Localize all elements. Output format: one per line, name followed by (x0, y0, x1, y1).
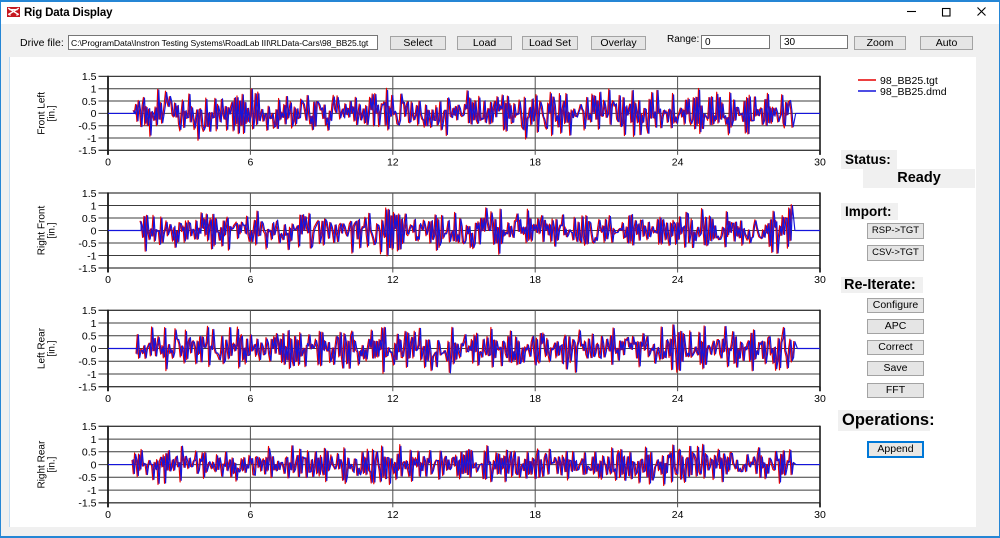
svg-text:0: 0 (91, 459, 97, 471)
svg-text:12: 12 (387, 274, 399, 286)
svg-text:18: 18 (529, 393, 541, 405)
svg-text:0.5: 0.5 (82, 213, 97, 225)
svg-text:0: 0 (91, 225, 97, 237)
svg-text:30: 30 (814, 509, 826, 521)
svg-text:-1: -1 (87, 369, 96, 381)
svg-text:0: 0 (91, 343, 97, 355)
svg-text:-1: -1 (87, 133, 96, 145)
svg-text:1.5: 1.5 (82, 188, 97, 200)
svg-text:0.5: 0.5 (82, 96, 97, 108)
svg-text:-1.5: -1.5 (78, 382, 96, 394)
svg-text:0: 0 (91, 108, 97, 120)
svg-text:24: 24 (672, 274, 684, 286)
svg-text:-0.5: -0.5 (78, 238, 96, 250)
svg-text:6: 6 (247, 393, 253, 405)
svg-text:-0.5: -0.5 (78, 121, 96, 133)
svg-text:1: 1 (91, 84, 97, 96)
svg-text:1.5: 1.5 (82, 305, 97, 317)
svg-text:24: 24 (672, 157, 684, 169)
svg-text:-0.5: -0.5 (78, 472, 96, 484)
svg-text:0.5: 0.5 (82, 447, 97, 459)
svg-text:-0.5: -0.5 (78, 356, 96, 368)
svg-text:6: 6 (247, 157, 253, 169)
svg-text:18: 18 (529, 157, 541, 169)
svg-text:12: 12 (387, 509, 399, 521)
svg-text:18: 18 (529, 274, 541, 286)
svg-text:-1.5: -1.5 (78, 263, 96, 275)
svg-text:30: 30 (814, 157, 826, 169)
svg-text:12: 12 (387, 157, 399, 169)
svg-text:Left Rear[in.]: Left Rear[in.] (37, 327, 58, 369)
svg-text:1.5: 1.5 (82, 421, 97, 433)
svg-text:6: 6 (247, 274, 253, 286)
svg-text:0: 0 (105, 393, 111, 405)
svg-text:Right Rear[in.]: Right Rear[in.] (37, 440, 58, 488)
svg-text:-1: -1 (87, 485, 96, 497)
svg-text:12: 12 (387, 393, 399, 405)
svg-text:Right Front[in.]: Right Front[in.] (37, 206, 58, 256)
svg-text:0: 0 (105, 509, 111, 521)
svg-text:30: 30 (814, 393, 826, 405)
svg-text:1: 1 (91, 200, 97, 212)
svg-text:6: 6 (247, 509, 253, 521)
svg-text:0.5: 0.5 (82, 331, 97, 343)
svg-text:30: 30 (814, 274, 826, 286)
svg-text:-1.5: -1.5 (78, 145, 96, 157)
svg-text:Front Left[in.]: Front Left[in.] (37, 92, 58, 135)
svg-text:18: 18 (529, 509, 541, 521)
svg-text:1: 1 (91, 318, 97, 330)
svg-text:0: 0 (105, 157, 111, 169)
svg-text:98_BB25.dmd: 98_BB25.dmd (880, 86, 947, 98)
svg-text:1: 1 (91, 434, 97, 446)
svg-text:24: 24 (672, 509, 684, 521)
svg-text:1.5: 1.5 (82, 71, 97, 83)
svg-text:-1.5: -1.5 (78, 498, 96, 510)
svg-text:24: 24 (672, 393, 684, 405)
svg-text:-1: -1 (87, 250, 96, 262)
svg-text:0: 0 (105, 274, 111, 286)
